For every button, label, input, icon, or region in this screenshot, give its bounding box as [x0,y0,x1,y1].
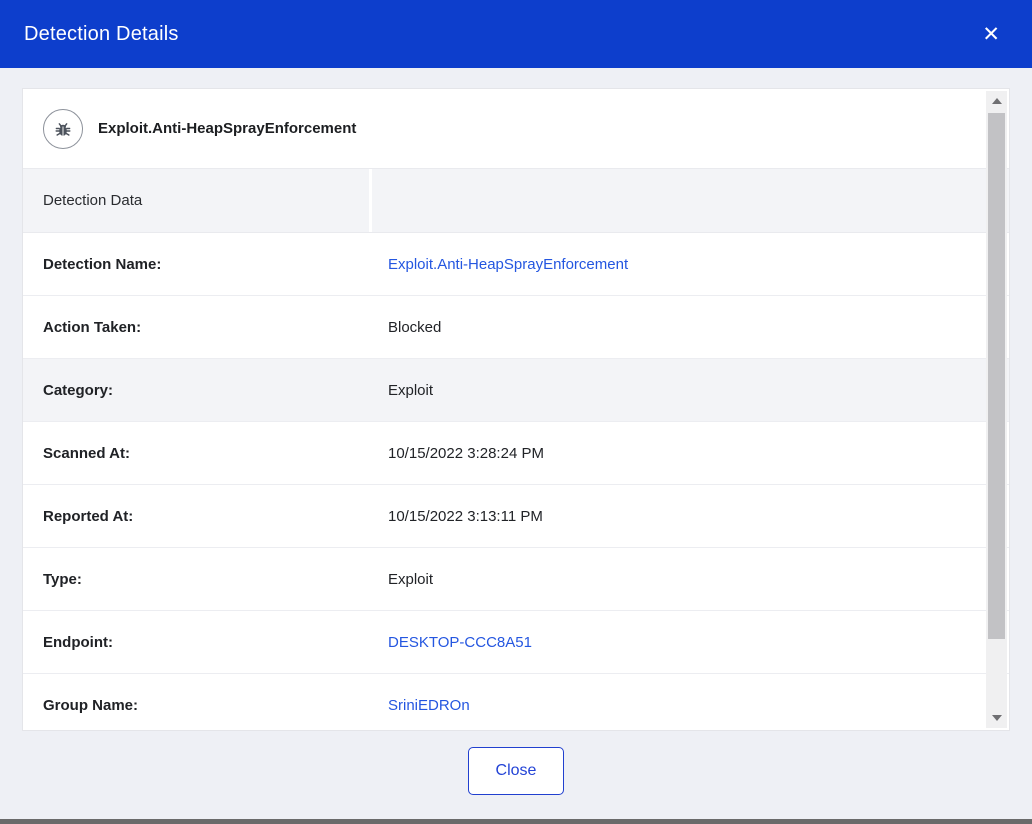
row-value: 10/15/2022 3:28:24 PM [372,422,1009,484]
scrollbar-down-icon[interactable] [986,708,1007,728]
endpoint-link[interactable]: DESKTOP-CCC8A51 [372,611,1009,673]
bottom-border-bar [0,819,1032,824]
section-header-label: Detection Data [23,169,369,232]
group-name-link[interactable]: SriniEDROn [372,674,1009,731]
modal-header: Detection Details ✕ [0,0,1032,68]
detection-card: Exploit.Anti-HeapSprayEnforcement Detect… [22,88,1010,731]
table-row: Detection Name: Exploit.Anti-HeapSprayEn… [23,233,1009,296]
row-value: Exploit [372,548,1009,610]
table-row: Action Taken: Blocked [23,296,1009,359]
row-label: Detection Name: [23,233,372,295]
table-row: Endpoint: DESKTOP-CCC8A51 [23,611,1009,674]
scrollbar-up-icon[interactable] [986,91,1007,111]
row-label: Scanned At: [23,422,372,484]
table-row: Group Name: SriniEDROn [23,674,1009,731]
row-label: Action Taken: [23,296,372,358]
section-header-spacer [372,169,1009,232]
detection-title-row: Exploit.Anti-HeapSprayEnforcement [23,89,1009,169]
row-label: Endpoint: [23,611,372,673]
table-row: Type: Exploit [23,548,1009,611]
scrollbar-thumb[interactable] [988,113,1005,639]
row-value: Exploit [372,359,1009,421]
close-button[interactable]: Close [468,747,564,795]
row-value: Blocked [372,296,1009,358]
detection-name-heading: Exploit.Anti-HeapSprayEnforcement [98,120,356,137]
row-label: Type: [23,548,372,610]
bug-icon [43,109,83,149]
section-header-row: Detection Data [23,169,1009,233]
row-value: 10/15/2022 3:13:11 PM [372,485,1009,547]
vertical-scrollbar[interactable] [986,91,1007,728]
close-icon[interactable]: ✕ [974,20,1008,49]
modal-title: Detection Details [24,23,179,46]
row-label: Group Name: [23,674,372,731]
table-row: Category: Exploit [23,359,1009,422]
row-label: Reported At: [23,485,372,547]
row-label: Category: [23,359,372,421]
table-row: Reported At: 10/15/2022 3:13:11 PM [23,485,1009,548]
table-row: Scanned At: 10/15/2022 3:28:24 PM [23,422,1009,485]
detection-name-link[interactable]: Exploit.Anti-HeapSprayEnforcement [372,233,1009,295]
